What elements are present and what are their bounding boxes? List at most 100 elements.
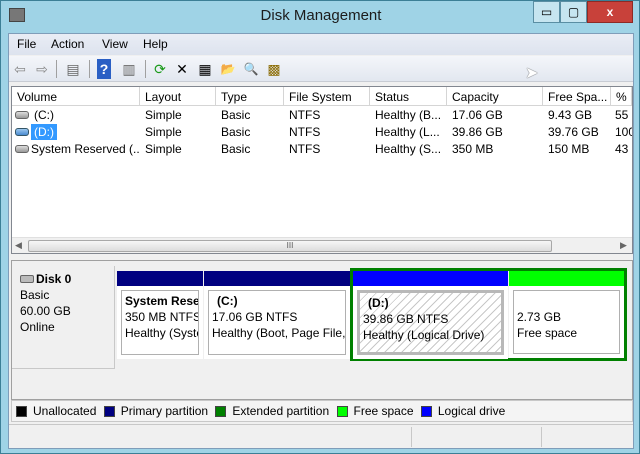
- partition-body: (C:) 17.06 GB NTFS Healthy (Boot, Page F…: [208, 290, 346, 355]
- table-row[interactable]: System Reserved (... Simple Basic NTFS H…: [12, 141, 632, 158]
- disk-graphical-view: Disk 0 Basic 60.00 GB Online System Rese…: [11, 260, 633, 400]
- legend-swatch: [16, 405, 27, 417]
- menu-file[interactable]: File: [17, 37, 36, 51]
- partition-name: System Rese: [125, 294, 199, 308]
- legend-extended-partition: Extended partition: [215, 404, 329, 418]
- explore-icon[interactable]: 🔍: [241, 59, 261, 79]
- cell-capacity: 17.06 GB: [452, 108, 503, 122]
- partition-name: (C:): [217, 294, 238, 308]
- partition-size: 17.06 GB NTFS: [212, 310, 298, 324]
- legend-swatch: [103, 405, 115, 417]
- partition-size: 39.86 GB NTFS: [363, 312, 449, 326]
- cell-type: Basic: [221, 125, 251, 139]
- table-row[interactable]: (D:) Simple Basic NTFS Healthy (L... 39.…: [12, 124, 632, 141]
- window-frame: Disk Management ▭ ▢ x File Action View H…: [0, 0, 640, 454]
- logical-drive-bar: [353, 271, 508, 286]
- partition-status: Healthy (Boot, Page File,: [212, 326, 346, 340]
- cell-capacity: 39.86 GB: [452, 125, 503, 139]
- cell-status: Healthy (L...: [375, 125, 440, 139]
- legend-swatch: [420, 405, 432, 417]
- legend-unallocated: Unallocated: [16, 404, 96, 418]
- cell-free-space: 9.43 GB: [548, 108, 593, 122]
- partition-system-reserved[interactable]: System Rese 350 MB NTFS Healthy (Syste: [117, 271, 203, 359]
- column-header-free-space[interactable]: Free Spa...: [543, 87, 611, 106]
- cell-type: Basic: [221, 142, 251, 156]
- partition-c[interactable]: (C:) 17.06 GB NTFS Healthy (Boot, Page F…: [204, 271, 350, 359]
- legend-label: Free space: [353, 404, 414, 418]
- disk-name: Disk 0: [36, 272, 72, 286]
- drive-icon: [15, 145, 29, 153]
- cell-percent-free: 55: [615, 108, 629, 122]
- partition-body: System Rese 350 MB NTFS Healthy (Syste: [121, 290, 199, 355]
- free-space-region[interactable]: 2.73 GB Free space: [509, 271, 624, 358]
- toolbar-separator: [56, 60, 57, 78]
- column-header-capacity[interactable]: Capacity: [447, 87, 543, 106]
- scroll-left-arrow-icon[interactable]: ◀: [15, 240, 22, 251]
- menu-help[interactable]: Help: [143, 37, 168, 51]
- scroll-right-arrow-icon[interactable]: ▶: [620, 240, 627, 251]
- cell-volume: System Reserved (...: [31, 142, 139, 156]
- column-header-layout[interactable]: Layout: [140, 87, 216, 106]
- primary-partition-bar: [117, 271, 203, 286]
- menu-action[interactable]: Action: [51, 37, 84, 51]
- help-icon[interactable]: ?: [97, 59, 111, 79]
- show-hide-console-tree-icon[interactable]: ▤: [63, 59, 83, 79]
- column-header-status[interactable]: Status: [370, 87, 447, 106]
- drive-icon: [15, 128, 29, 136]
- column-header-type[interactable]: Type: [216, 87, 284, 106]
- column-header-percent-free[interactable]: % F: [611, 87, 632, 106]
- column-header-file-system[interactable]: File System: [284, 87, 370, 106]
- delete-icon[interactable]: ✕: [172, 59, 192, 79]
- cell-file-system: NTFS: [289, 108, 321, 122]
- table-row[interactable]: (C:) Simple Basic NTFS Healthy (B... 17.…: [12, 107, 632, 124]
- forward-arrow-icon[interactable]: ⇨: [32, 59, 52, 79]
- partition-size: 350 MB NTFS: [125, 310, 199, 324]
- menu-view[interactable]: View: [102, 37, 128, 51]
- horizontal-scrollbar[interactable]: ◀ III ▶: [12, 237, 632, 253]
- menu-bar: File Action View Help: [9, 34, 633, 55]
- drive-icon: [15, 111, 29, 119]
- legend-swatch: [336, 405, 348, 417]
- legend: Unallocated Primary partition Extended p…: [11, 400, 633, 422]
- scrollbar-thumb[interactable]: III: [28, 240, 552, 252]
- open-folder-icon[interactable]: 📂: [218, 59, 238, 79]
- cell-status: Healthy (S...: [375, 142, 442, 156]
- primary-partition-bar: [204, 271, 350, 286]
- legend-swatch: [215, 405, 227, 417]
- properties-icon[interactable]: ▦: [195, 59, 215, 79]
- cell-capacity: 350 MB: [452, 142, 494, 156]
- partition-body-selected: (D:) 39.86 GB NTFS Healthy (Logical Driv…: [357, 290, 504, 355]
- status-divider: [541, 427, 542, 447]
- cell-free-space: 39.76 GB: [548, 125, 599, 139]
- close-button[interactable]: x: [587, 1, 633, 23]
- cell-percent-free: 43: [615, 142, 629, 156]
- legend-label: Primary partition: [120, 404, 209, 418]
- client-area: File Action View Help ⇦ ⇨ ▤ ? ▥ ⟳ ✕ ▦ 📂 …: [8, 33, 634, 449]
- refresh-icon[interactable]: ⟳: [150, 59, 170, 79]
- partition-status: Healthy (Logical Drive): [363, 328, 485, 342]
- show-hide-action-pane-icon[interactable]: ▥: [119, 59, 139, 79]
- cell-volume: (C:): [34, 108, 54, 122]
- partition-status: Healthy (Syste: [125, 326, 199, 340]
- disk-0-info[interactable]: Disk 0 Basic 60.00 GB Online: [12, 266, 115, 369]
- mouse-cursor-icon: ➤: [525, 65, 539, 82]
- column-header-volume[interactable]: Volume: [12, 87, 140, 106]
- legend-label: Extended partition: [232, 404, 330, 418]
- toolbar-separator: [89, 60, 90, 78]
- partition-size: 2.73 GB: [517, 310, 562, 324]
- cell-layout: Simple: [145, 125, 182, 139]
- cell-type: Basic: [221, 108, 251, 122]
- cell-volume-selected: (D:): [31, 124, 57, 140]
- disk-settings-icon[interactable]: ▩: [264, 59, 284, 79]
- toolbar-separator: [145, 60, 146, 78]
- disk-size: 60.00 GB: [20, 304, 71, 318]
- back-arrow-icon[interactable]: ⇦: [10, 59, 30, 79]
- minimize-button[interactable]: ▭: [533, 1, 560, 23]
- disk-type: Basic: [20, 288, 50, 302]
- partition-d[interactable]: (D:) 39.86 GB NTFS Healthy (Logical Driv…: [353, 271, 508, 359]
- maximize-button[interactable]: ▢: [560, 1, 587, 23]
- cell-file-system: NTFS: [289, 142, 321, 156]
- disk-label: Disk 0: [20, 271, 106, 287]
- cell-status: Healthy (B...: [375, 108, 442, 122]
- cell-layout: Simple: [145, 142, 182, 156]
